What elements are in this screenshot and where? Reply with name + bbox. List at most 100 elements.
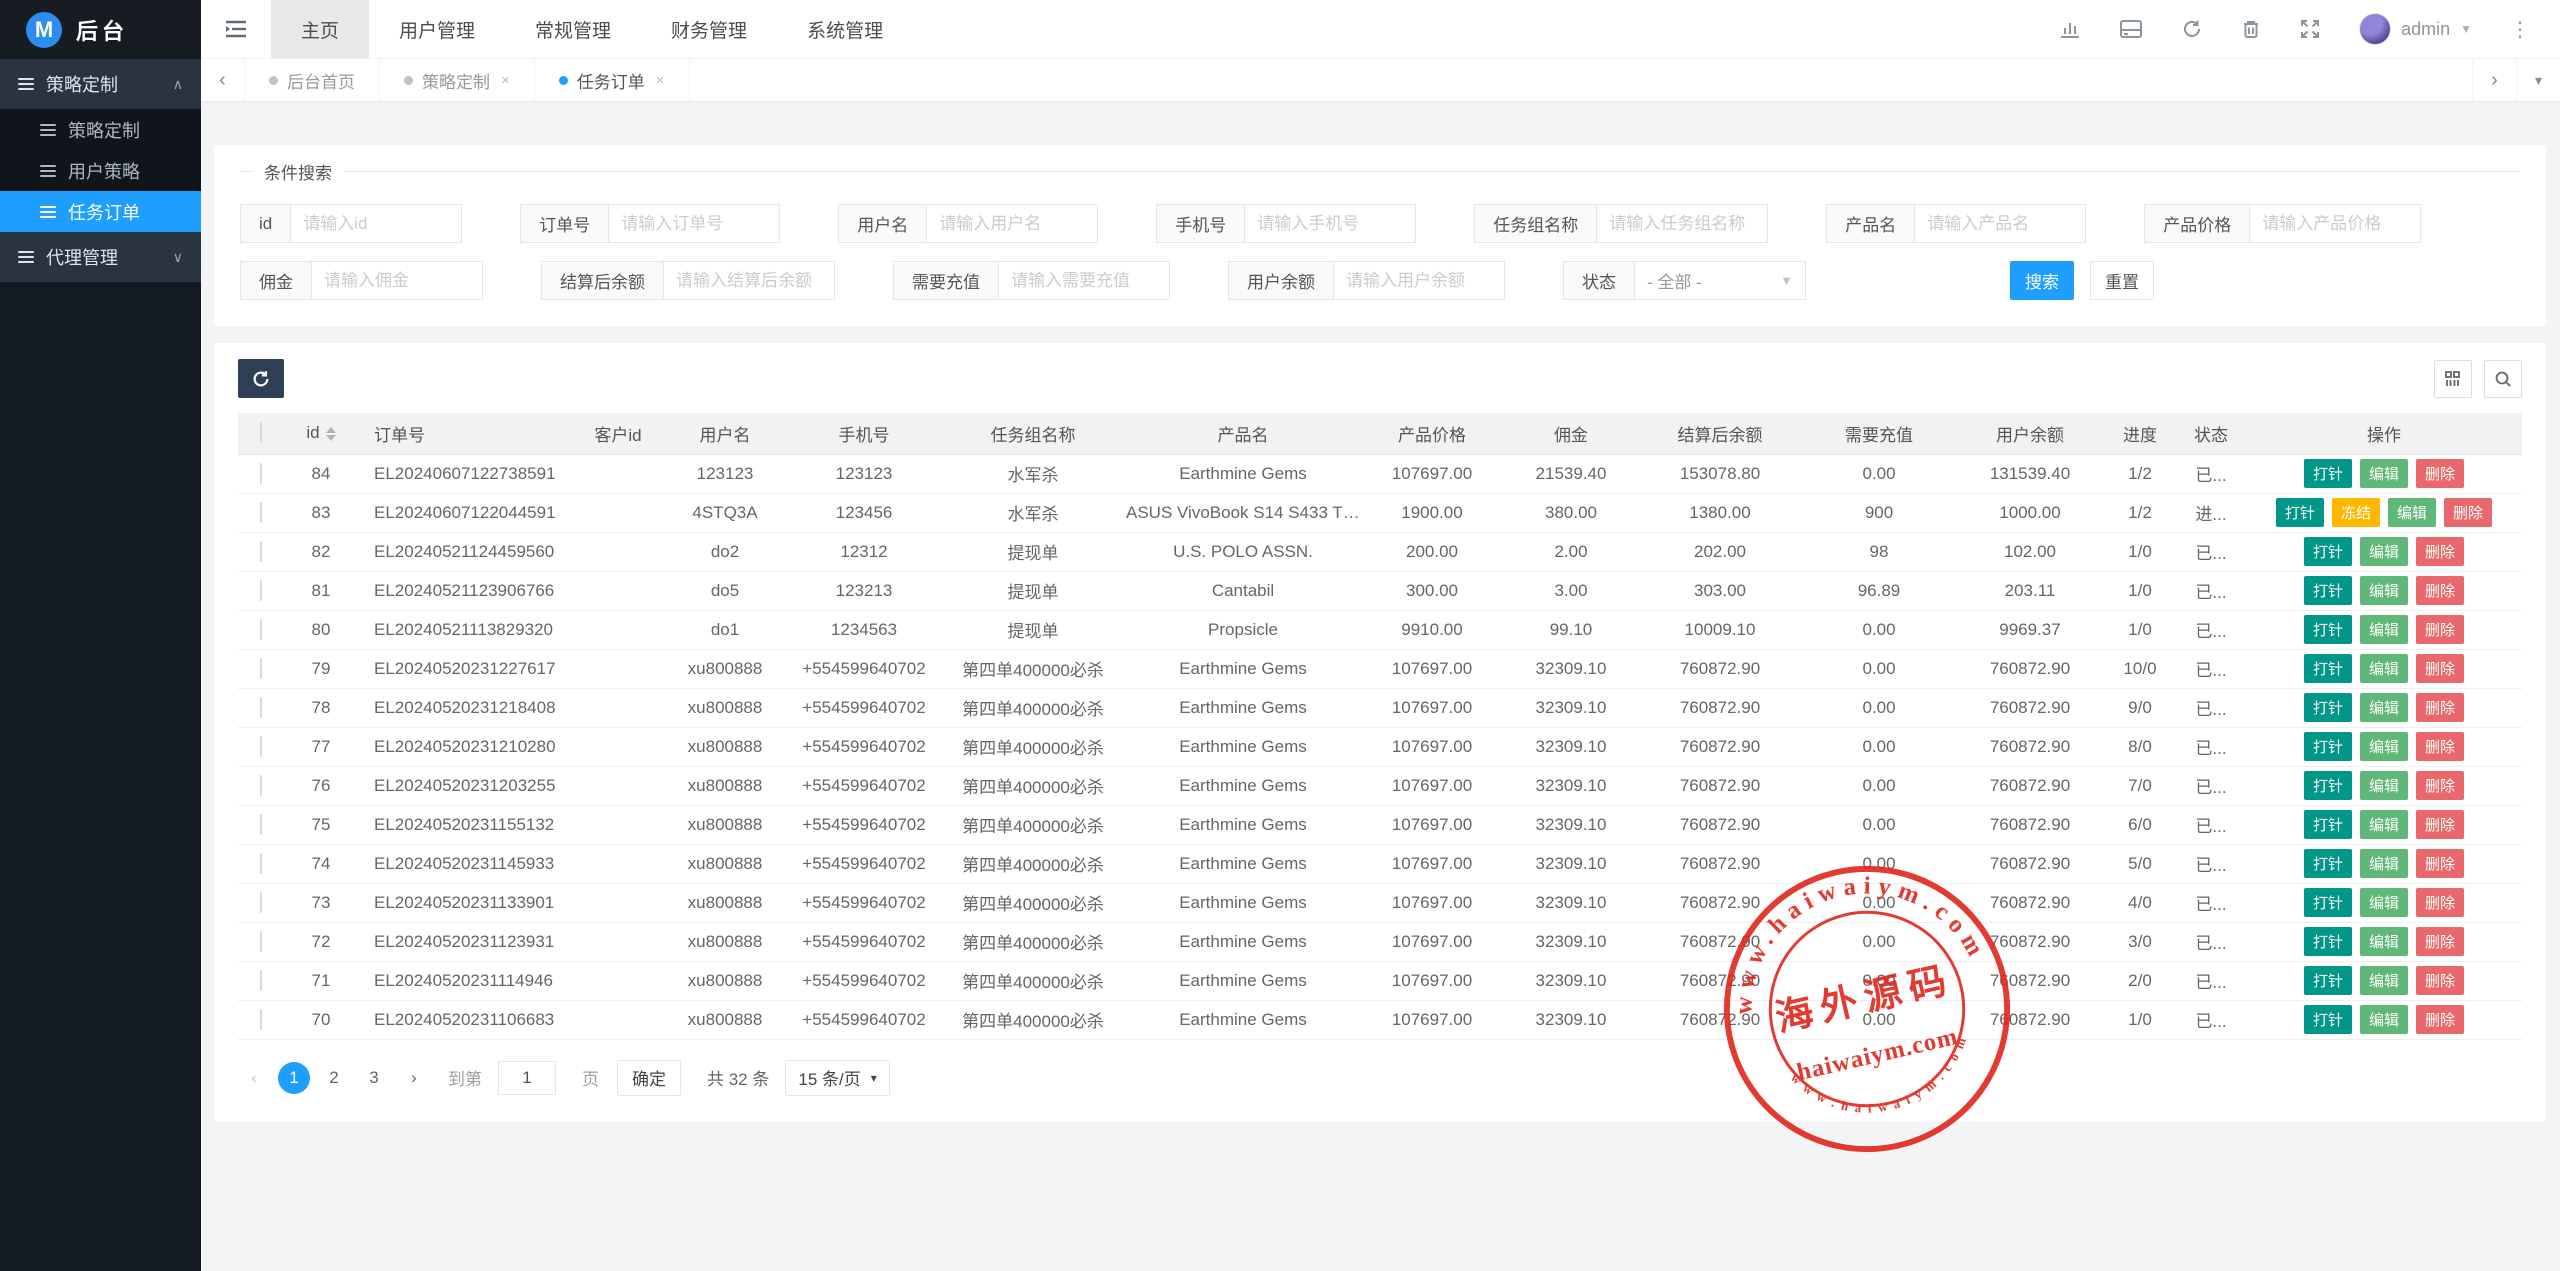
edit-button[interactable]: 编辑	[2360, 771, 2408, 800]
inject-button[interactable]: 打针	[2304, 771, 2352, 800]
table-search-button[interactable]	[2484, 360, 2522, 398]
field-input-需要充值[interactable]	[998, 261, 1170, 300]
edit-button[interactable]: 编辑	[2360, 537, 2408, 566]
sidebar-item-策略定制[interactable]: 策略定制	[0, 109, 201, 150]
pagination-page-3[interactable]: 3	[358, 1062, 390, 1094]
field-input-订单号[interactable]	[608, 204, 780, 243]
field-input-用户余额[interactable]	[1333, 261, 1505, 300]
delete-button[interactable]: 删除	[2416, 654, 2464, 683]
edit-button[interactable]: 编辑	[2360, 927, 2408, 956]
delete-button[interactable]: 删除	[2444, 498, 2492, 527]
row-checkbox[interactable]	[260, 697, 262, 718]
row-checkbox[interactable]	[260, 619, 262, 640]
edit-button[interactable]: 编辑	[2360, 888, 2408, 917]
edit-button[interactable]: 编辑	[2360, 576, 2408, 605]
field-input-结算后余额[interactable]	[663, 261, 835, 300]
edit-button[interactable]: 编辑	[2360, 459, 2408, 488]
edit-button[interactable]: 编辑	[2360, 1005, 2408, 1034]
inject-button[interactable]: 打针	[2304, 849, 2352, 878]
delete-button[interactable]: 删除	[2416, 576, 2464, 605]
freeze-button[interactable]: 冻结	[2332, 498, 2380, 527]
edit-button[interactable]: 编辑	[2360, 615, 2408, 644]
inject-button[interactable]: 打针	[2304, 537, 2352, 566]
tabs-menu-icon[interactable]: ▾	[2516, 59, 2560, 101]
inject-button[interactable]: 打针	[2304, 615, 2352, 644]
row-checkbox[interactable]	[260, 736, 262, 757]
field-input-任务组名称[interactable]	[1596, 204, 1768, 243]
edit-button[interactable]: 编辑	[2360, 654, 2408, 683]
row-checkbox[interactable]	[260, 463, 262, 484]
inject-button[interactable]: 打针	[2304, 693, 2352, 722]
delete-button[interactable]: 删除	[2416, 810, 2464, 839]
pagination-next-icon[interactable]: ›	[398, 1062, 430, 1094]
inject-button[interactable]: 打针	[2304, 927, 2352, 956]
inject-button[interactable]: 打针	[2304, 966, 2352, 995]
search-button[interactable]: 搜索	[2010, 261, 2074, 300]
row-checkbox[interactable]	[260, 580, 262, 601]
inject-button[interactable]: 打针	[2304, 576, 2352, 605]
edit-button[interactable]: 编辑	[2360, 849, 2408, 878]
delete-button[interactable]: 删除	[2416, 615, 2464, 644]
tabs-scroll-left-icon[interactable]: ‹	[201, 59, 245, 101]
inject-button[interactable]: 打针	[2276, 498, 2324, 527]
sort-asc-icon[interactable]	[326, 427, 336, 433]
delete-button[interactable]: 删除	[2416, 732, 2464, 761]
chart-icon[interactable]	[2059, 18, 2081, 40]
tab-任务订单[interactable]: 任务订单×	[535, 59, 690, 101]
row-checkbox[interactable]	[260, 1009, 262, 1030]
pagination-prev-icon[interactable]: ‹	[238, 1062, 270, 1094]
delete-button[interactable]: 删除	[2416, 537, 2464, 566]
sort-desc-icon[interactable]	[326, 435, 336, 441]
delete-button[interactable]: 删除	[2416, 927, 2464, 956]
refresh-icon[interactable]	[2181, 18, 2203, 40]
row-checkbox[interactable]	[260, 541, 262, 562]
status-select[interactable]: - 全部 -▼	[1634, 261, 1806, 300]
row-checkbox[interactable]	[260, 931, 262, 952]
inject-button[interactable]: 打针	[2304, 732, 2352, 761]
topnav-item-财务管理[interactable]: 财务管理	[641, 0, 777, 58]
more-vert-icon[interactable]: ⋮	[2510, 17, 2530, 42]
pagination-page-1[interactable]: 1	[278, 1062, 310, 1094]
goto-page-input[interactable]	[498, 1061, 556, 1095]
field-input-id[interactable]	[290, 204, 462, 243]
sidebar-item-用户策略[interactable]: 用户策略	[0, 150, 201, 191]
panel-icon[interactable]	[2119, 19, 2143, 39]
field-input-手机号[interactable]	[1244, 204, 1416, 243]
inject-button[interactable]: 打针	[2304, 810, 2352, 839]
delete-button[interactable]: 删除	[2416, 966, 2464, 995]
delete-button[interactable]: 删除	[2416, 1005, 2464, 1034]
field-input-产品价格[interactable]	[2249, 204, 2421, 243]
inject-button[interactable]: 打针	[2304, 888, 2352, 917]
row-checkbox[interactable]	[260, 658, 262, 679]
sort-icons[interactable]	[326, 427, 336, 441]
sidebar-section-代理管理[interactable]: 代理管理∨	[0, 232, 201, 282]
pagination-page-2[interactable]: 2	[318, 1062, 350, 1094]
edit-button[interactable]: 编辑	[2360, 732, 2408, 761]
topnav-item-常规管理[interactable]: 常规管理	[505, 0, 641, 58]
sidebar-section-策略定制[interactable]: 策略定制∧	[0, 59, 201, 109]
trash-icon[interactable]	[2241, 18, 2261, 40]
tab-策略定制[interactable]: 策略定制×	[380, 59, 535, 101]
close-icon[interactable]: ×	[656, 72, 665, 89]
fullscreen-icon[interactable]	[2299, 18, 2321, 40]
edit-button[interactable]: 编辑	[2360, 966, 2408, 995]
row-checkbox[interactable]	[260, 970, 262, 991]
row-checkbox[interactable]	[260, 502, 262, 523]
delete-button[interactable]: 删除	[2416, 771, 2464, 800]
row-checkbox[interactable]	[260, 892, 262, 913]
tab-后台首页[interactable]: 后台首页	[245, 59, 380, 101]
delete-button[interactable]: 删除	[2416, 693, 2464, 722]
row-checkbox[interactable]	[260, 853, 262, 874]
reset-button[interactable]: 重置	[2090, 261, 2154, 300]
field-input-产品名[interactable]	[1914, 204, 2086, 243]
topnav-item-用户管理[interactable]: 用户管理	[369, 0, 505, 58]
field-input-佣金[interactable]	[311, 261, 483, 300]
edit-button[interactable]: 编辑	[2388, 498, 2436, 527]
select-all-checkbox[interactable]	[260, 422, 262, 443]
delete-button[interactable]: 删除	[2416, 459, 2464, 488]
topnav-item-主页[interactable]: 主页	[271, 0, 369, 58]
tabs-scroll-right-icon[interactable]: ›	[2472, 59, 2516, 101]
edit-button[interactable]: 编辑	[2360, 810, 2408, 839]
page-size-select[interactable]: 15 条/页▾	[785, 1060, 889, 1096]
goto-confirm-button[interactable]: 确定	[617, 1060, 681, 1096]
